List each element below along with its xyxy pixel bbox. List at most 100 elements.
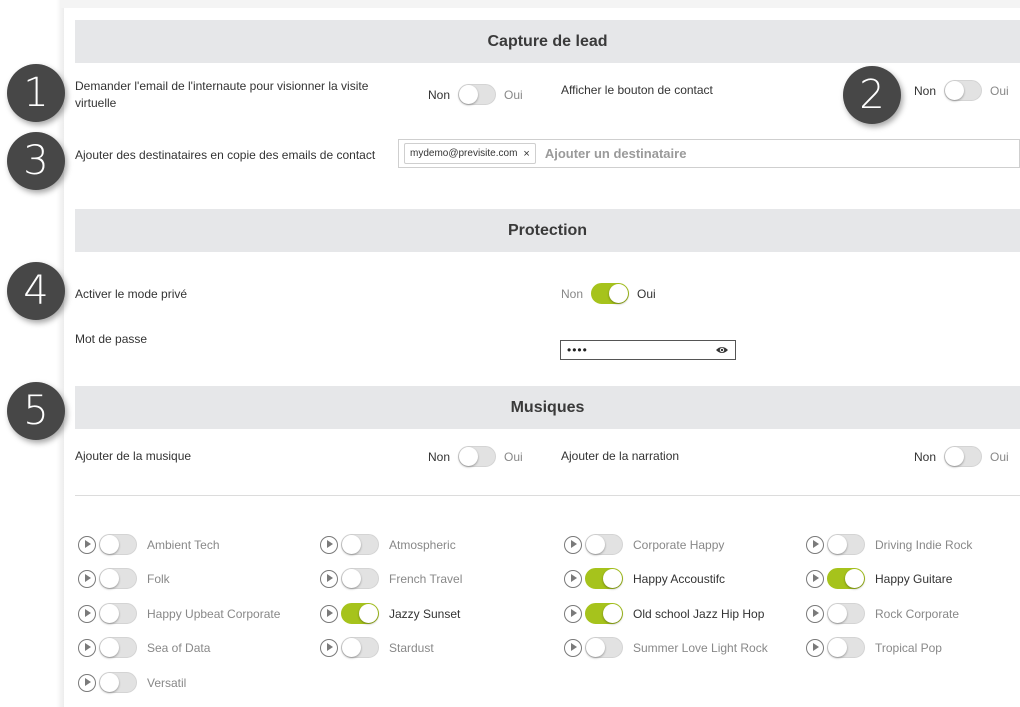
play-icon[interactable] xyxy=(806,569,824,588)
music-track-toggle[interactable] xyxy=(827,534,865,555)
add-music-switch: Non Oui xyxy=(428,446,523,467)
toggle-off-label: Non xyxy=(914,83,937,98)
play-icon[interactable] xyxy=(564,535,582,554)
divider xyxy=(75,495,1020,496)
music-track-name: Happy Upbeat Corporate xyxy=(147,606,281,621)
add-music-toggle[interactable] xyxy=(458,446,497,467)
contact-button-label: Afficher le bouton de contact xyxy=(561,83,713,97)
music-track: Happy Accoustifc xyxy=(564,568,725,589)
music-track-toggle[interactable] xyxy=(827,603,865,624)
password-field[interactable]: •••• xyxy=(560,340,736,360)
music-track-toggle[interactable] xyxy=(341,603,379,624)
add-narration-switch: Non Oui xyxy=(914,446,1009,467)
toggle-on-label: Oui xyxy=(990,449,1009,464)
add-recipient-input[interactable] xyxy=(544,146,845,161)
music-track: Sea of Data xyxy=(78,637,210,658)
music-track-name: Summer Love Light Rock xyxy=(633,640,768,655)
music-track-toggle[interactable] xyxy=(99,568,137,589)
music-track: Corporate Happy xyxy=(564,534,724,555)
toggle-off-label: Non xyxy=(428,449,451,464)
music-track: Rock Corporate xyxy=(806,603,959,624)
contact-button-switch: Non Oui xyxy=(914,80,1009,101)
music-track-toggle[interactable] xyxy=(99,637,137,658)
music-track-toggle[interactable] xyxy=(585,534,623,555)
email-request-toggle[interactable] xyxy=(458,84,497,105)
play-icon[interactable] xyxy=(320,535,338,554)
step-badge: 3 xyxy=(7,132,65,190)
music-track: Driving Indie Rock xyxy=(806,534,972,555)
music-track-toggle[interactable] xyxy=(99,603,137,624)
music-track-toggle[interactable] xyxy=(99,672,137,693)
music-track: Happy Guitare xyxy=(806,568,952,589)
music-track-name: Rock Corporate xyxy=(875,606,960,621)
music-track-toggle[interactable] xyxy=(585,637,623,658)
private-mode-switch: Non Oui xyxy=(561,283,656,304)
cc-recipients-field: mydemo@previsite.com × xyxy=(398,139,1020,168)
music-track-toggle[interactable] xyxy=(585,568,623,589)
password-label: Mot de passe xyxy=(75,332,148,346)
music-track-name: Ambient Tech xyxy=(147,537,220,552)
music-track: Tropical Pop xyxy=(806,637,942,658)
add-narration-label: Ajouter de la narration xyxy=(561,449,680,463)
music-track-name: Corporate Happy xyxy=(633,537,725,552)
music-track-name: Versatil xyxy=(147,675,187,690)
music-track-name: Happy Guitare xyxy=(875,571,953,586)
play-icon[interactable] xyxy=(806,535,824,554)
add-music-label: Ajouter de la musique xyxy=(75,449,192,463)
play-icon[interactable] xyxy=(78,569,96,588)
play-icon[interactable] xyxy=(78,535,96,554)
play-icon[interactable] xyxy=(564,569,582,588)
eye-icon[interactable] xyxy=(715,345,729,355)
music-track: Stardust xyxy=(320,637,434,658)
toggle-on-label: Oui xyxy=(637,286,656,301)
contact-button-toggle[interactable] xyxy=(944,80,983,101)
cc-recipients-label: Ajouter des destinataires en copie des e… xyxy=(75,148,376,162)
chip-remove-icon[interactable]: × xyxy=(523,148,529,160)
private-mode-toggle[interactable] xyxy=(591,283,630,304)
music-track-toggle[interactable] xyxy=(341,534,379,555)
music-track-name: Folk xyxy=(147,571,170,586)
play-icon[interactable] xyxy=(78,673,96,692)
play-icon[interactable] xyxy=(564,604,582,623)
recipient-chip: mydemo@previsite.com × xyxy=(404,143,536,164)
music-track: Folk xyxy=(78,568,170,589)
toggle-off-label: Non xyxy=(914,449,937,464)
private-mode-label: Activer le mode privé xyxy=(75,287,188,301)
music-track-toggle[interactable] xyxy=(585,603,623,624)
music-track: Atmospheric xyxy=(320,534,456,555)
password-value: •••• xyxy=(567,343,588,357)
music-track-toggle[interactable] xyxy=(827,568,865,589)
music-track-toggle[interactable] xyxy=(341,568,379,589)
music-track-name: Sea of Data xyxy=(147,640,211,655)
music-track: Versatil xyxy=(78,672,186,693)
music-track-toggle[interactable] xyxy=(99,534,137,555)
play-icon[interactable] xyxy=(320,604,338,623)
music-track-toggle[interactable] xyxy=(827,637,865,658)
toggle-on-label: Oui xyxy=(990,83,1009,98)
email-request-label: Demander l'email de l'internaute pour vi… xyxy=(75,79,369,110)
step-badge: 1 xyxy=(7,64,65,122)
music-track-name: Old school Jazz Hip Hop xyxy=(633,606,765,621)
play-icon[interactable] xyxy=(806,638,824,657)
music-track: Ambient Tech xyxy=(78,534,220,555)
music-track-name: Stardust xyxy=(389,640,434,655)
play-icon[interactable] xyxy=(78,638,96,657)
toggle-off-label: Non xyxy=(428,87,451,102)
music-track-name: Happy Accoustifc xyxy=(633,571,726,586)
music-track-name: Jazzy Sunset xyxy=(389,606,461,621)
step-badge: 5 xyxy=(7,382,65,440)
music-track-name: French Travel xyxy=(389,571,463,586)
add-narration-toggle[interactable] xyxy=(944,446,983,467)
recipient-chip-email: mydemo@previsite.com xyxy=(410,148,518,159)
play-icon[interactable] xyxy=(564,638,582,657)
email-request-switch: Non Oui xyxy=(428,84,523,105)
toggle-on-label: Oui xyxy=(504,449,523,464)
play-icon[interactable] xyxy=(320,569,338,588)
music-track-toggle[interactable] xyxy=(341,637,379,658)
music-track-name: Tropical Pop xyxy=(875,640,942,655)
play-icon[interactable] xyxy=(78,604,96,623)
play-icon[interactable] xyxy=(806,604,824,623)
music-track: French Travel xyxy=(320,568,462,589)
step-badge: 4 xyxy=(7,262,65,320)
play-icon[interactable] xyxy=(320,638,338,657)
